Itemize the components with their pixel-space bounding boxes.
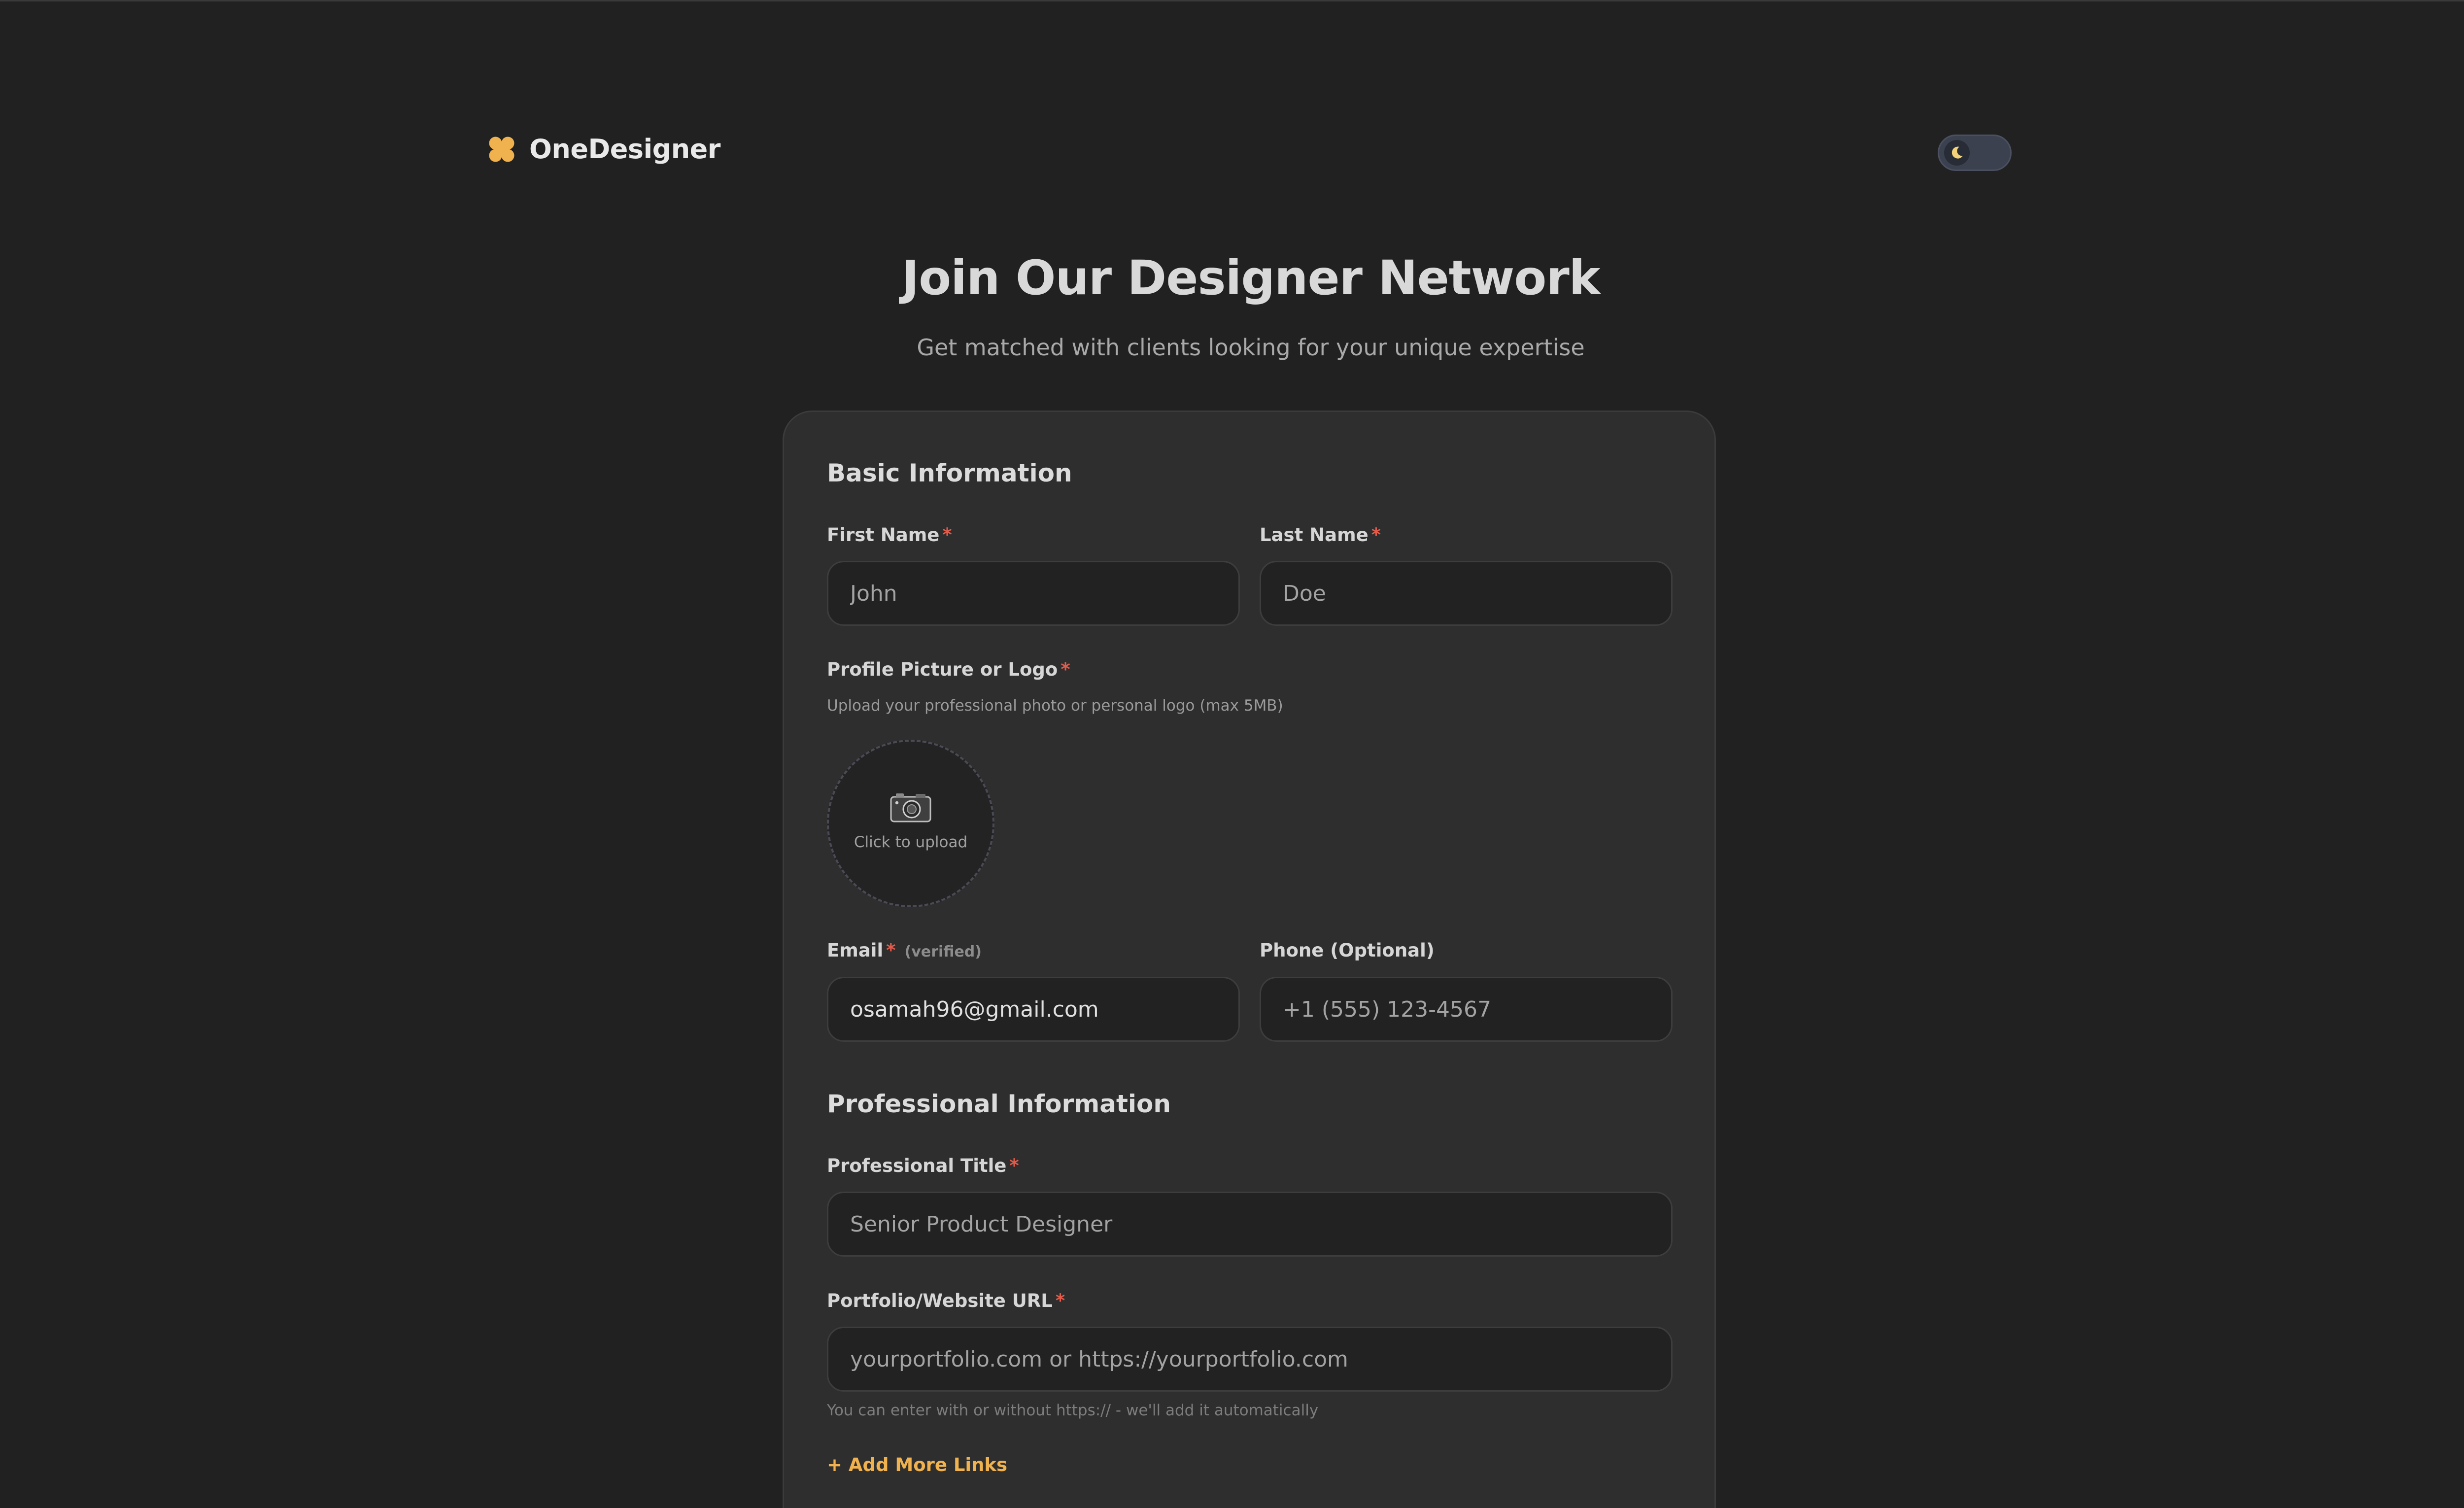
portfolio-url-label-text: Portfolio/Website URL <box>827 1290 1053 1311</box>
portfolio-url-input[interactable] <box>827 1327 1673 1392</box>
page-subtitle: Get matched with clients looking for you… <box>917 334 1585 361</box>
add-more-links-button[interactable]: + Add More Links <box>827 1454 1007 1475</box>
brand-name: OneDesigner <box>529 134 720 165</box>
portfolio-url-helper: You can enter with or without https:// -… <box>827 1402 1319 1419</box>
upload-text: Click to upload <box>854 833 968 851</box>
first-name-label: First Name * <box>827 524 952 546</box>
signup-page: OneDesigner Join Our Designer Network Ge… <box>0 0 2464 1508</box>
last-name-input[interactable] <box>1260 561 1673 626</box>
required-marker: * <box>1061 659 1070 680</box>
profile-upload-button[interactable]: Click to upload <box>827 740 994 907</box>
required-marker: * <box>942 524 952 546</box>
toggle-knob <box>1944 140 1970 166</box>
camera-icon <box>890 793 931 823</box>
logo-icon <box>489 137 514 162</box>
required-marker: * <box>1009 1155 1019 1176</box>
required-marker: * <box>1055 1290 1065 1311</box>
profile-picture-label-text: Profile Picture or Logo <box>827 659 1058 680</box>
profile-picture-helper: Upload your professional photo or person… <box>827 697 1283 715</box>
professional-title-label-text: Professional Title <box>827 1155 1007 1176</box>
first-name-input[interactable] <box>827 561 1240 626</box>
phone-input[interactable] <box>1260 977 1673 1042</box>
last-name-label-text: Last Name <box>1260 524 1369 546</box>
portfolio-url-label: Portfolio/Website URL * <box>827 1290 1065 1311</box>
email-input[interactable] <box>827 977 1240 1042</box>
theme-toggle[interactable] <box>1938 135 2012 171</box>
email-label-text: Email <box>827 940 884 961</box>
page-title: Join Our Designer Network <box>901 250 1600 306</box>
email-label: Email * (verified) <box>827 940 982 961</box>
profile-picture-label: Profile Picture or Logo * <box>827 659 1070 680</box>
required-marker: * <box>886 940 896 961</box>
professional-title-input[interactable] <box>827 1192 1673 1257</box>
brand-logo[interactable]: OneDesigner <box>487 134 720 165</box>
basic-info-heading: Basic Information <box>827 459 1072 487</box>
professional-title-label: Professional Title * <box>827 1155 1019 1176</box>
required-marker: * <box>1371 524 1381 546</box>
email-verified-note: (verified) <box>904 943 982 960</box>
last-name-label: Last Name * <box>1260 524 1381 546</box>
first-name-label-text: First Name <box>827 524 940 546</box>
professional-info-heading: Professional Information <box>827 1090 1171 1118</box>
signup-form-card: Basic Information First Name* Last Name*… <box>783 411 1716 1508</box>
moon-icon <box>1951 146 1963 159</box>
phone-label-text: Phone (Optional) <box>1260 940 1435 961</box>
phone-label: Phone (Optional) <box>1260 940 1435 961</box>
